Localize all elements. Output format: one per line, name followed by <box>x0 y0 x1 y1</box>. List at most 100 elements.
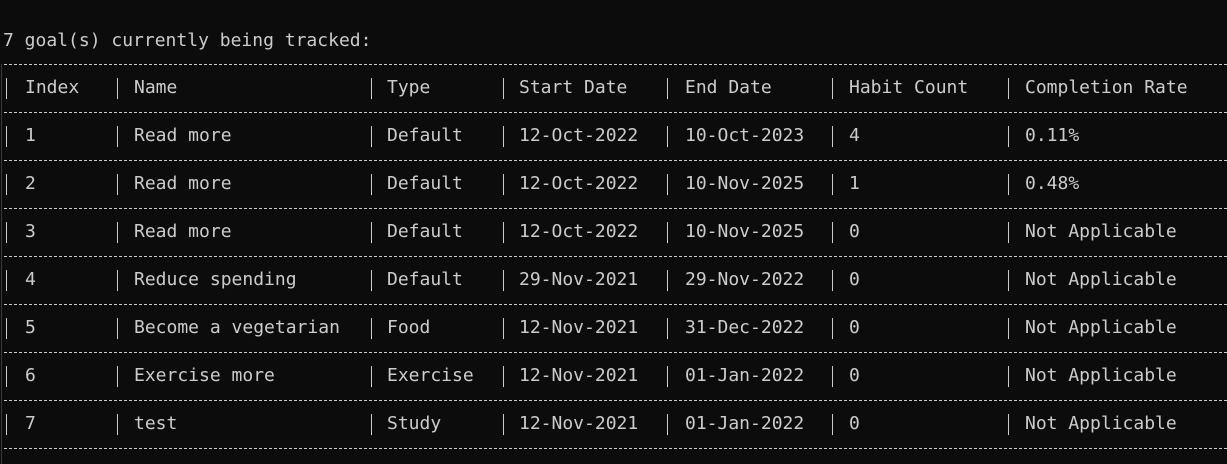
cell-index: 2 <box>25 173 36 194</box>
header-habit-count: Habit Count <box>849 77 969 98</box>
cell-start-date: 12-Oct-2022 <box>519 221 639 242</box>
cell-end-date: 01-Jan-2022 <box>685 413 805 434</box>
header-type: Type <box>387 77 431 98</box>
column-divider <box>832 174 833 195</box>
row-separator <box>4 112 1227 113</box>
column-divider <box>832 126 833 147</box>
cell-index: 4 <box>25 269 36 290</box>
cell-habit-count: 0 <box>849 365 860 386</box>
cell-name: Read more <box>134 173 232 194</box>
table-header-row: Index Name Type Start Date End Date Habit Cou… <box>0 76 1227 100</box>
header-end-date: End Date <box>685 77 772 98</box>
column-divider <box>371 222 372 243</box>
cell-type: Exercise <box>387 365 474 386</box>
column-divider <box>371 270 372 291</box>
column-divider <box>117 366 118 387</box>
cell-type: Default <box>387 269 463 290</box>
row-separator <box>4 448 1227 449</box>
table-row: 4 Reduce spending Default 29-Nov-2021 29-Nov… <box>0 268 1227 292</box>
cell-index: 5 <box>25 317 36 338</box>
terminal-window[interactable]: 7 goal(s) currently being tracked: Index… <box>0 0 1227 464</box>
column-divider <box>503 78 504 99</box>
column-divider <box>667 222 668 243</box>
cell-start-date: 12-Nov-2021 <box>519 317 639 338</box>
column-divider <box>371 78 372 99</box>
row-separator <box>4 160 1227 161</box>
cell-habit-count: 0 <box>849 221 860 242</box>
column-divider <box>6 174 7 195</box>
cell-start-date: 29-Nov-2021 <box>519 269 639 290</box>
cell-end-date: 29-Nov-2022 <box>685 269 805 290</box>
column-divider <box>832 222 833 243</box>
cell-name: Read more <box>134 125 232 146</box>
column-divider <box>667 270 668 291</box>
row-separator <box>4 64 1227 65</box>
cell-start-date: 12-Nov-2021 <box>519 413 639 434</box>
cell-end-date: 10-Nov-2025 <box>685 173 805 194</box>
cell-end-date: 31-Dec-2022 <box>685 317 805 338</box>
column-divider <box>832 318 833 339</box>
column-divider <box>667 318 668 339</box>
column-divider <box>503 174 504 195</box>
cell-name: Become a vegetarian <box>134 317 340 338</box>
column-divider <box>503 222 504 243</box>
cell-end-date: 01-Jan-2022 <box>685 365 805 386</box>
cell-habit-count: 0 <box>849 413 860 434</box>
cell-index: 3 <box>25 221 36 242</box>
column-divider <box>6 78 7 99</box>
column-divider <box>117 414 118 435</box>
column-divider <box>6 270 7 291</box>
column-divider <box>1008 366 1009 387</box>
column-divider <box>503 126 504 147</box>
column-divider <box>1008 318 1009 339</box>
column-divider <box>1008 414 1009 435</box>
column-divider <box>503 270 504 291</box>
column-divider <box>1008 222 1009 243</box>
cell-end-date: 10-Oct-2023 <box>685 125 805 146</box>
table-row: 2 Read more Default 12-Oct-2022 10-Nov-2025 1… <box>0 172 1227 196</box>
column-divider <box>503 318 504 339</box>
cell-habit-count: 0 <box>849 269 860 290</box>
header-name: Name <box>134 77 178 98</box>
column-divider <box>503 414 504 435</box>
column-divider <box>1008 78 1009 99</box>
table-row: 7 test Study 12-Nov-2021 01-Jan-2022 0 Not App… <box>0 412 1227 436</box>
column-divider <box>6 126 7 147</box>
table-row: 5 Become a vegetarian Food 12-Nov-2021 31-De… <box>0 316 1227 340</box>
column-divider <box>667 174 668 195</box>
cell-name: Reduce spending <box>134 269 297 290</box>
column-divider <box>6 366 7 387</box>
cell-end-date: 10-Nov-2025 <box>685 221 805 242</box>
column-divider <box>6 414 7 435</box>
cell-type: Default <box>387 173 463 194</box>
column-divider <box>667 366 668 387</box>
row-separator <box>4 400 1227 401</box>
column-divider <box>371 126 372 147</box>
cell-index: 1 <box>25 125 36 146</box>
cell-name: Read more <box>134 221 232 242</box>
column-divider <box>117 318 118 339</box>
column-divider <box>117 78 118 99</box>
cell-index: 7 <box>25 413 36 434</box>
column-divider <box>1008 270 1009 291</box>
cell-name: Exercise more <box>134 365 275 386</box>
column-divider <box>832 78 833 99</box>
column-divider <box>371 366 372 387</box>
cell-completion-rate: Not Applicable <box>1025 317 1177 338</box>
table-row: 3 Read more Default 12-Oct-2022 10-Nov-2025 0… <box>0 220 1227 244</box>
column-divider <box>832 366 833 387</box>
cell-habit-count: 0 <box>849 317 860 338</box>
cell-habit-count: 1 <box>849 173 860 194</box>
cell-completion-rate: Not Applicable <box>1025 365 1177 386</box>
header-completion-rate: Completion Rate <box>1025 77 1188 98</box>
table-row: 1 Read more Default 12-Oct-2022 10-Oct-2023 4… <box>0 124 1227 148</box>
column-divider <box>117 126 118 147</box>
cell-type: Food <box>387 317 431 338</box>
column-divider <box>1008 126 1009 147</box>
cell-start-date: 12-Nov-2021 <box>519 365 639 386</box>
row-separator <box>4 208 1227 209</box>
column-divider <box>117 270 118 291</box>
cell-completion-rate: 0.11% <box>1025 125 1080 146</box>
column-divider <box>667 78 668 99</box>
goal-count-summary: 7 goal(s) currently being tracked: <box>3 30 372 51</box>
